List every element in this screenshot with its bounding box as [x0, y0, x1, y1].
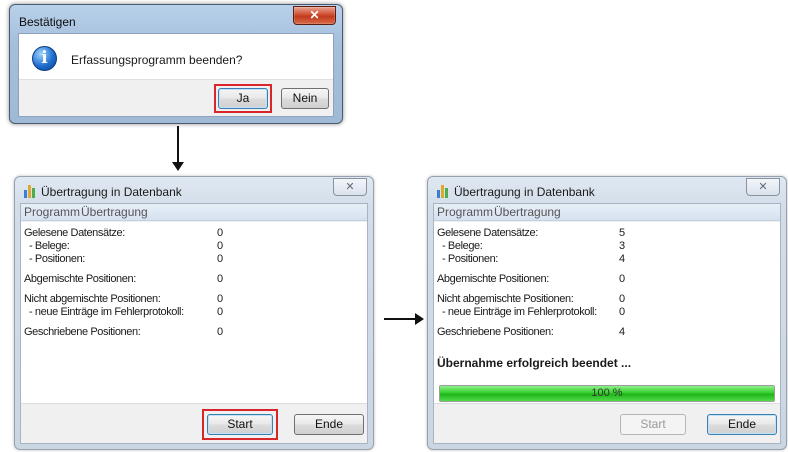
stat-value-nicht-abgemischte: 0	[619, 293, 626, 305]
stat-label-belege: - Belege:	[29, 240, 70, 252]
stat-label-geschriebene: Geschriebene Positionen:	[24, 326, 141, 338]
confirm-dialog-title: Bestätigen	[19, 15, 76, 29]
menu-item-uebertragung[interactable]: Übertragung	[81, 205, 148, 219]
stat-label-nicht-abgemischte: Nicht abgemischte Positionen:	[24, 293, 161, 305]
database-app-icon	[24, 185, 36, 198]
stat-label-nicht-abgemischte: Nicht abgemischte Positionen:	[437, 293, 574, 305]
stat-label-gelesene: Gelesene Datensätze:	[437, 227, 538, 239]
button-bar: Start Ende	[434, 403, 780, 443]
progress-bar: 100 %	[439, 385, 775, 402]
no-button[interactable]: Nein	[281, 88, 329, 109]
progress-text: 100 %	[591, 387, 623, 399]
stat-value-geschriebene: 0	[217, 326, 224, 338]
stat-value-belege: 3	[619, 240, 626, 252]
window-title: Übertragung in Datenbank	[454, 185, 595, 199]
end-button[interactable]: Ende	[707, 414, 777, 435]
stats-panel: Gelesene Datensätze: 0 - Belege: 0 - Pos…	[21, 222, 367, 420]
stat-value-fehlerprotokoll: 0	[217, 306, 224, 318]
stat-label-abgemischte: Abgemischte Positionen:	[24, 273, 136, 285]
stat-label-fehlerprotokoll: - neue Einträge im Fehlerprotokoll:	[29, 306, 184, 318]
stat-value-gelesene: 0	[217, 227, 224, 239]
yes-button-highlight	[214, 84, 272, 113]
screenshot-stage: Bestätigen ✕ i Erfassungsprogramm beende…	[0, 0, 788, 452]
menu-item-uebertragung[interactable]: Übertragung	[494, 205, 561, 219]
stat-value-positionen: 4	[619, 253, 626, 265]
stat-value-belege: 0	[217, 240, 224, 252]
end-button[interactable]: Ende	[294, 414, 364, 435]
flow-arrow-right	[384, 318, 417, 320]
stat-label-abgemischte: Abgemischte Positionen:	[437, 273, 549, 285]
start-button[interactable]: Start	[620, 414, 686, 435]
stat-value-gelesene: 5	[619, 227, 626, 239]
stats-panel: Gelesene Datensätze: 5 - Belege: 3 - Pos…	[434, 222, 780, 403]
confirm-dialog-footer: Ja Nein	[19, 79, 333, 116]
confirm-message: Erfassungsprogramm beenden?	[71, 53, 243, 67]
flow-arrow-down-head	[172, 162, 184, 171]
window-title: Übertragung in Datenbank	[41, 185, 182, 199]
info-icon: i	[32, 46, 57, 71]
stat-value-abgemischte: 0	[619, 273, 626, 285]
menu-bar: Programm Übertragung	[21, 204, 367, 221]
close-button[interactable]: ✕	[293, 6, 336, 25]
stat-value-positionen: 0	[217, 253, 224, 265]
window-frame: Programm Übertragung Gelesene Datensätze…	[433, 203, 781, 444]
stat-label-positionen: - Positionen:	[29, 253, 85, 265]
flow-arrow-right-head	[415, 313, 424, 325]
close-button[interactable]: ✕	[746, 178, 780, 196]
database-app-icon	[437, 185, 449, 198]
confirm-dialog-client: i Erfassungsprogramm beenden? Ja Nein	[18, 33, 334, 117]
stat-label-positionen: - Positionen:	[442, 253, 498, 265]
stat-value-nicht-abgemischte: 0	[217, 293, 224, 305]
menu-bar: Programm Übertragung	[434, 204, 780, 221]
menu-item-programm[interactable]: Programm	[24, 205, 80, 219]
stat-value-geschriebene: 4	[619, 326, 626, 338]
transfer-window-before: Übertragung in Datenbank ✕ Programm Über…	[14, 176, 374, 450]
menu-item-programm[interactable]: Programm	[437, 205, 493, 219]
close-button[interactable]: ✕	[333, 178, 367, 196]
flow-arrow-down	[177, 126, 179, 164]
stat-value-fehlerprotokoll: 0	[619, 306, 626, 318]
transfer-window-after: Übertragung in Datenbank ✕ Programm Über…	[427, 176, 787, 450]
stat-label-belege: - Belege:	[442, 240, 483, 252]
status-message: Übernahme erfolgreich beendet ...	[437, 356, 632, 370]
stat-label-gelesene: Gelesene Datensätze:	[24, 227, 125, 239]
button-bar: Start Ende	[21, 403, 367, 443]
stat-label-geschriebene: Geschriebene Positionen:	[437, 326, 554, 338]
stat-label-fehlerprotokoll: - neue Einträge im Fehlerprotokoll:	[442, 306, 597, 318]
stat-value-abgemischte: 0	[217, 273, 224, 285]
confirm-dialog: Bestätigen ✕ i Erfassungsprogramm beende…	[9, 4, 343, 124]
start-button-highlight	[202, 409, 278, 440]
window-frame: Programm Übertragung Gelesene Datensätze…	[20, 203, 368, 444]
